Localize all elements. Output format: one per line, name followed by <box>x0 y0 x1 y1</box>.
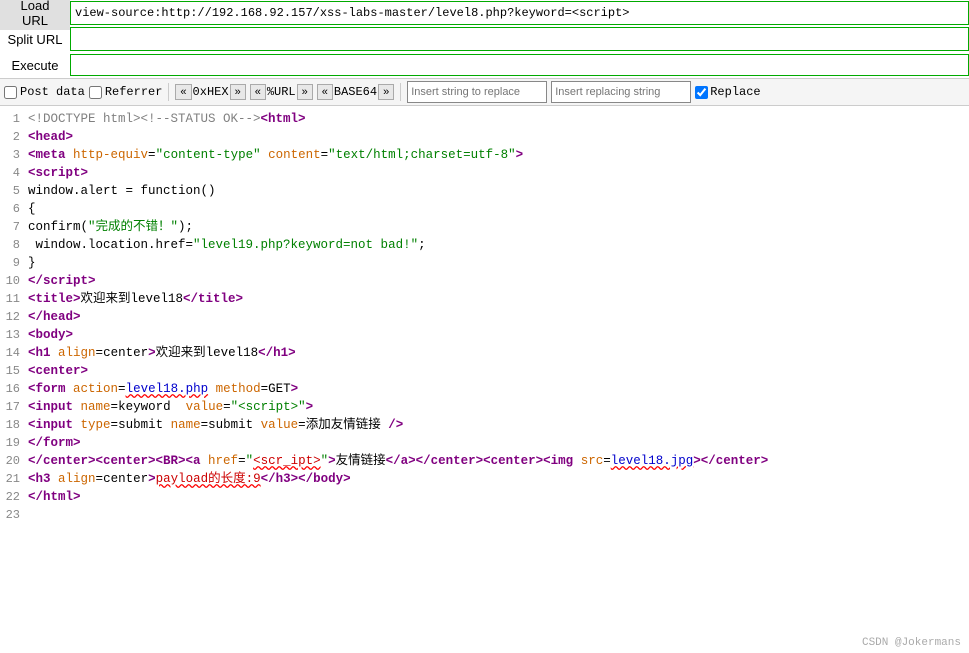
referrer-checkbox[interactable] <box>89 86 102 99</box>
code-line: 22 </html> <box>0 488 969 506</box>
options-bar: Post data Referrer « 0xHEX » « %URL » « … <box>0 78 969 106</box>
post-data-label: Post data <box>20 85 85 99</box>
code-line: 21 <h3 align=center>payload的长度:9</h3></b… <box>0 470 969 488</box>
post-data-checkbox[interactable] <box>4 86 17 99</box>
referrer-label: Referrer <box>105 85 163 99</box>
url-input[interactable] <box>70 1 969 25</box>
code-line: 17 <input name=keyword value="<script>"> <box>0 398 969 416</box>
split-url-button[interactable]: Split URL <box>0 30 70 49</box>
replace-option: Replace <box>695 85 760 99</box>
code-line: 9 } <box>0 254 969 272</box>
code-line: 4 <script> <box>0 164 969 182</box>
replace-label: Replace <box>710 85 760 99</box>
code-line: 3 <meta http-equiv="content-type" conten… <box>0 146 969 164</box>
code-line: 23 <box>0 506 969 524</box>
footer-text: CSDN @Jokermans <box>862 637 961 649</box>
code-line: 2 <head> <box>0 128 969 146</box>
code-line: 5 window.alert = function() <box>0 182 969 200</box>
insert-replacing-input[interactable] <box>551 81 691 103</box>
execute-button[interactable]: Execute <box>0 56 70 75</box>
code-line: 12 </head> <box>0 308 969 326</box>
toolbar: Load URL Split URL Execute <box>0 0 969 78</box>
b64-decode-btn[interactable]: « <box>317 84 333 100</box>
code-line: 10 </script> <box>0 272 969 290</box>
code-line: 6 { <box>0 200 969 218</box>
url-row: Load URL <box>0 0 969 26</box>
post-data-option: Post data <box>4 85 85 99</box>
code-line: 7 confirm("完成的不错！"); <box>0 218 969 236</box>
code-line: 19 </form> <box>0 434 969 452</box>
code-area: 1 <!DOCTYPE html><!--STATUS OK--><html> … <box>0 106 969 644</box>
url-label: %URL <box>267 85 296 99</box>
code-line: 16 <form action=level18.php method=GET> <box>0 380 969 398</box>
referrer-option: Referrer <box>89 85 163 99</box>
code-line: 18 <input type=submit name=submit value=… <box>0 416 969 434</box>
split-url-input[interactable] <box>70 27 969 51</box>
hex-group: « 0xHEX » <box>175 84 245 100</box>
hex-label: 0xHEX <box>193 85 229 99</box>
code-line: 13 <body> <box>0 326 969 344</box>
code-line: 11 <title>欢迎来到level18</title> <box>0 290 969 308</box>
code-line: 15 <center> <box>0 362 969 380</box>
code-line: 14 <h1 align=center>欢迎来到level18</h1> <box>0 344 969 362</box>
insert-string-input[interactable] <box>407 81 547 103</box>
url-decode-btn[interactable]: « <box>250 84 266 100</box>
hex-encode-btn[interactable]: » <box>230 84 246 100</box>
base64-group: « BASE64 » <box>317 84 394 100</box>
split-row: Split URL <box>0 26 969 52</box>
b64-encode-btn[interactable]: » <box>378 84 394 100</box>
url-group: « %URL » <box>250 84 313 100</box>
code-line: 20 </center><center><BR><a href="<scr_ip… <box>0 452 969 470</box>
base64-label: BASE64 <box>334 85 377 99</box>
replace-checkbox[interactable] <box>695 86 708 99</box>
url-encode-btn[interactable]: » <box>297 84 313 100</box>
divider1 <box>168 83 169 101</box>
execute-input[interactable] <box>70 54 969 76</box>
hex-decode-btn[interactable]: « <box>175 84 191 100</box>
code-line: 1 <!DOCTYPE html><!--STATUS OK--><html> <box>0 110 969 128</box>
code-line: 8 window.location.href="level19.php?keyw… <box>0 236 969 254</box>
footer: CSDN @Jokermans <box>862 637 961 649</box>
divider2 <box>400 83 401 101</box>
execute-row: Execute <box>0 52 969 78</box>
